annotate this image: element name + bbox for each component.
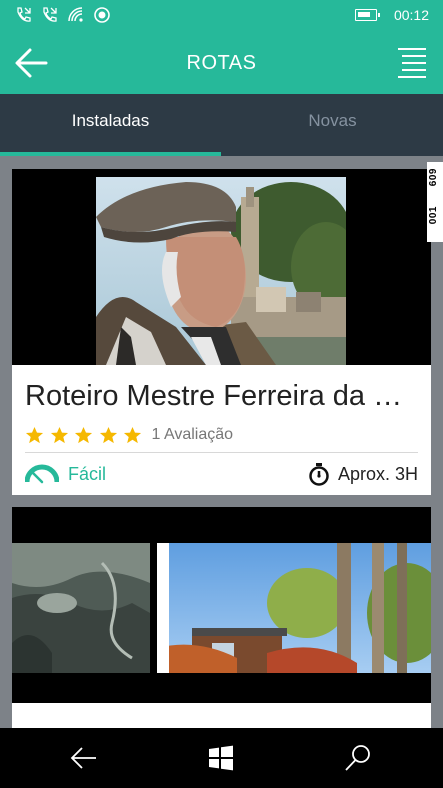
app-bar: ROTAS: [0, 32, 443, 94]
rating-count: 1 Avaliação: [151, 426, 234, 443]
tab-novas[interactable]: Novas: [222, 94, 443, 156]
hamburger-menu-icon[interactable]: [395, 46, 429, 80]
badge-text: 609: [428, 168, 439, 187]
tab-instaladas[interactable]: Instaladas: [0, 94, 221, 156]
stopwatch-icon: [309, 463, 329, 486]
route-image: [12, 507, 431, 703]
star-icon: [50, 426, 68, 443]
difficulty: Fácil: [25, 459, 106, 489]
route-image: [12, 169, 431, 365]
star-icon: [99, 426, 117, 443]
divider: [25, 452, 418, 453]
route-photo: [96, 177, 346, 365]
windows-start-icon[interactable]: [205, 742, 237, 774]
gauge-icon: [25, 464, 59, 484]
star-icon: [74, 426, 93, 443]
garden-photo: [157, 543, 431, 673]
sculpture-photo: [12, 543, 150, 673]
wifi-icon: [66, 5, 86, 25]
tab-bar: Instaladas Novas: [0, 94, 443, 156]
back-arrow-icon[interactable]: [68, 742, 100, 774]
card-footer: [12, 703, 431, 728]
duration-label: Aprox. 3H: [337, 463, 418, 484]
page-title: ROTAS: [186, 52, 257, 74]
route-list[interactable]: Roteiro Mestre Ferreira da Silva 1 Avali…: [0, 156, 443, 728]
status-bar: 00:12: [0, 0, 443, 32]
missed-call-icon: [40, 5, 60, 25]
badge-text: 001: [428, 206, 439, 225]
route-title: Roteiro Mestre Ferreira da Silva: [25, 380, 421, 412]
difficulty-label: Fácil: [68, 463, 107, 484]
battery-icon: [355, 9, 380, 21]
system-nav-bar: [0, 728, 443, 788]
missed-call-icon: [14, 5, 34, 25]
star-icon: [123, 426, 142, 443]
route-card[interactable]: Roteiro Mestre Ferreira da Silva 1 Avali…: [12, 169, 431, 495]
star-icon: [25, 426, 44, 443]
rating: 1 Avaliação: [25, 423, 233, 447]
clock: 00:12: [393, 7, 429, 23]
location-icon: [92, 5, 112, 25]
side-badge: 609 001: [427, 162, 443, 242]
search-icon[interactable]: [342, 742, 374, 774]
route-card[interactable]: [12, 507, 431, 728]
duration: Aprox. 3H: [308, 459, 418, 489]
